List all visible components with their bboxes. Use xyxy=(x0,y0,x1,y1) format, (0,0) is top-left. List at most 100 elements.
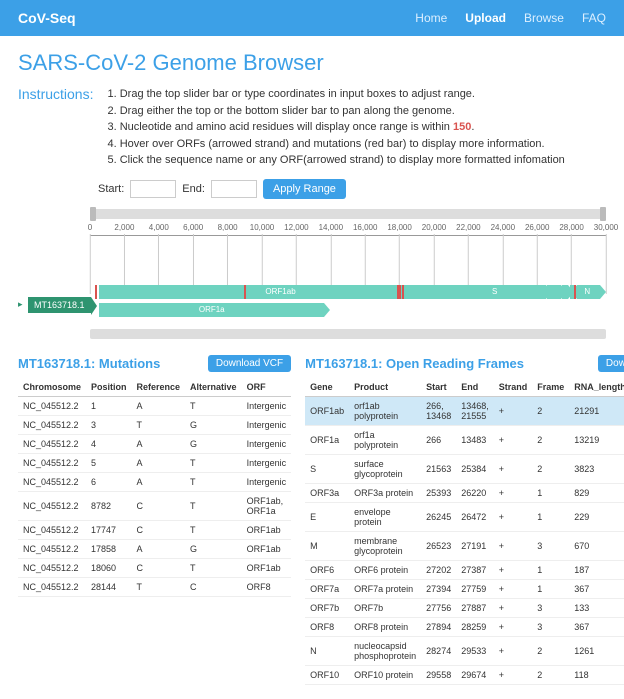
table-row[interactable]: NC_045512.217747CTORF1ab xyxy=(18,520,291,539)
table-row[interactable]: NC_045512.24AGIntergenic xyxy=(18,434,291,453)
table-row[interactable]: ORF10ORF10 protein2955829674+2118No xyxy=(305,665,624,684)
brand[interactable]: CoV-Seq xyxy=(18,10,76,26)
table-cell: NC_045512.2 xyxy=(18,491,86,520)
table-row[interactable]: NC_045512.26ATIntergenic xyxy=(18,472,291,491)
table-row[interactable]: ORF6ORF6 protein2720227387+1187No xyxy=(305,560,624,579)
table-row[interactable]: NC_045512.228144TCORF8 xyxy=(18,577,291,596)
table-row[interactable]: ORF7bORF7b2775627887+3133No xyxy=(305,598,624,617)
table-cell: 29674 xyxy=(456,665,494,684)
table-row[interactable]: ORF1aborf1ab polyprotein266, 1346813468,… xyxy=(305,396,624,425)
ruler-tick: 18,000 xyxy=(387,223,411,294)
table-cell: 27759 xyxy=(456,579,494,598)
table-cell: orf1a polyprotein xyxy=(349,425,421,454)
ruler-tick: 2,000 xyxy=(114,223,134,294)
orf-bar[interactable]: ORF1ab xyxy=(99,285,462,299)
table-cell: C xyxy=(132,491,186,520)
table-row[interactable]: Mmembrane glycoprotein2652327191+3670No xyxy=(305,531,624,560)
orf-bar[interactable]: ORF1a xyxy=(99,303,324,317)
table-cell: 28274 xyxy=(421,636,456,665)
table-cell: 133 xyxy=(569,598,624,617)
instruction-line: 1. Drag the top slider bar or type coord… xyxy=(107,86,564,103)
orf-bar[interactable]: S xyxy=(462,285,527,299)
ruler-tick: 28,000 xyxy=(559,223,583,294)
table-cell: 25393 xyxy=(421,483,456,502)
table-row[interactable]: ORF8ORF8 protein2789428259+3367No xyxy=(305,617,624,636)
table-row[interactable]: NC_045512.25ATIntergenic xyxy=(18,453,291,472)
table-cell: 118 xyxy=(569,665,624,684)
table-row[interactable]: NC_045512.217858AGORF1ab xyxy=(18,539,291,558)
table-cell: 2 xyxy=(532,425,569,454)
table-cell: 2 xyxy=(532,396,569,425)
table-cell: NC_045512.2 xyxy=(18,434,86,453)
table-cell: + xyxy=(494,636,533,665)
end-input[interactable] xyxy=(211,180,257,198)
instructions-label: Instructions: xyxy=(18,86,93,169)
table-row[interactable]: NC_045512.28782CTORF1ab, ORF1a xyxy=(18,491,291,520)
ruler-tick: 24,000 xyxy=(491,223,515,294)
table-cell: ORF1ab xyxy=(305,396,349,425)
orf-bar[interactable]: N xyxy=(577,285,598,299)
instruction-line: 3. Nucleotide and amino acid residues wi… xyxy=(107,119,564,136)
bottom-slider[interactable] xyxy=(90,329,606,339)
table-row[interactable]: NC_045512.21ATIntergenic xyxy=(18,396,291,415)
table-row[interactable]: NC_045512.218060CTORF1ab xyxy=(18,558,291,577)
nav-link-browse[interactable]: Browse xyxy=(524,11,564,25)
table-cell: 21563 xyxy=(421,454,456,483)
expand-icon[interactable]: ▸ xyxy=(18,299,24,310)
table-cell: G xyxy=(185,539,242,558)
orf-bar[interactable] xyxy=(527,285,541,299)
orf-title: MT163718.1: Open Reading Frames xyxy=(305,356,524,371)
table-cell: T xyxy=(185,520,242,539)
table-row[interactable]: NC_045512.23TGIntergenic xyxy=(18,415,291,434)
col-header: Strand xyxy=(494,378,533,397)
table-cell: ORF7b xyxy=(349,598,421,617)
table-cell: 17858 xyxy=(86,539,132,558)
ruler-tick: 4,000 xyxy=(149,223,169,294)
table-cell: 26245 xyxy=(421,502,456,531)
table-cell: A xyxy=(132,453,186,472)
orf-bar[interactable] xyxy=(547,285,558,299)
table-row[interactable]: ORF7aORF7a protein2739427759+1367No xyxy=(305,579,624,598)
table-row[interactable]: ORF3aORF3a protein2539326220+1829No xyxy=(305,483,624,502)
download-orf-button[interactable]: Download ORF xyxy=(598,355,624,372)
table-row[interactable]: Ssurface glycoprotein2156325384+23823No xyxy=(305,454,624,483)
ruler-tick: 30,000 xyxy=(594,223,618,294)
table-cell: + xyxy=(494,454,533,483)
table-row[interactable]: Nnucleocapsid phosphoprotein2827429533+2… xyxy=(305,636,624,665)
table-row[interactable]: ORF1aorf1a polyprotein26613483+213219No xyxy=(305,425,624,454)
table-row[interactable]: Eenvelope protein2624526472+1229No xyxy=(305,502,624,531)
download-vcf-button[interactable]: Download VCF xyxy=(208,355,291,372)
table-cell: 187 xyxy=(569,560,624,579)
table-cell: ORF1ab xyxy=(242,558,292,577)
table-cell: 26220 xyxy=(456,483,494,502)
table-cell: 1 xyxy=(86,396,132,415)
nav-link-home[interactable]: Home xyxy=(415,11,447,25)
table-cell: T xyxy=(185,472,242,491)
table-cell: ORF8 protein xyxy=(349,617,421,636)
table-cell: 29533 xyxy=(456,636,494,665)
mutation-bar[interactable] xyxy=(574,285,576,299)
orf-bar[interactable] xyxy=(542,285,546,299)
table-cell: A xyxy=(132,539,186,558)
mutation-bar[interactable] xyxy=(402,285,404,299)
orf-bar[interactable] xyxy=(598,285,600,299)
table-cell: + xyxy=(494,396,533,425)
table-cell: 27394 xyxy=(421,579,456,598)
mutation-bar[interactable] xyxy=(399,285,401,299)
table-cell: 28144 xyxy=(86,577,132,596)
mutation-bar[interactable] xyxy=(244,285,246,299)
mutation-bar[interactable] xyxy=(95,285,97,299)
table-cell: + xyxy=(494,425,533,454)
apply-range-button[interactable]: Apply Range xyxy=(263,179,346,199)
top-slider[interactable] xyxy=(90,209,606,219)
table-cell: C xyxy=(132,520,186,539)
nav-link-faq[interactable]: FAQ xyxy=(582,11,606,25)
sequence-label[interactable]: MT163718.1 xyxy=(28,297,91,313)
table-cell: E xyxy=(305,502,349,531)
table-cell: N xyxy=(305,636,349,665)
mutations-table: ChromosomePositionReferenceAlternativeOR… xyxy=(18,378,291,597)
start-input[interactable] xyxy=(130,180,176,198)
nav-link-upload[interactable]: Upload xyxy=(465,11,506,25)
start-label: Start: xyxy=(98,183,124,195)
orf-bar[interactable] xyxy=(562,285,568,299)
